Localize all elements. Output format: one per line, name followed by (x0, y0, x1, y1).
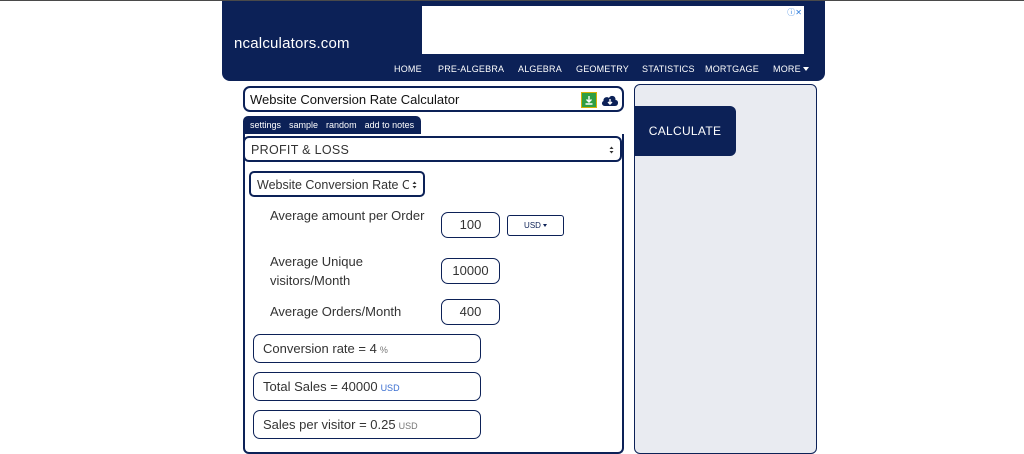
total-sales-result: Total Sales = 40000 USD (253, 372, 481, 401)
sales-per-visitor-result: Sales per visitor = 0.25 USD (253, 410, 481, 439)
calculator-tabs: settings sample random add to notes (243, 116, 422, 134)
conversion-rate-text: Conversion rate = 4 (263, 341, 377, 356)
adchoices-icon[interactable]: ⓘ✕ (787, 7, 802, 18)
nav-statistics[interactable]: STATISTICS (642, 64, 695, 74)
calculator-title: Website Conversion Rate Calculator (250, 92, 460, 107)
currency-select-value: USD (524, 221, 541, 230)
nav-more[interactable]: MORE (773, 64, 809, 74)
total-sales-text: Total Sales = 40000 (263, 379, 378, 394)
total-sales-unit[interactable]: USD (381, 383, 400, 393)
tab-sample[interactable]: sample (285, 116, 322, 134)
orders-input[interactable]: 400 (441, 299, 500, 325)
ad-banner[interactable]: ⓘ✕ (422, 6, 804, 54)
caret-down-icon (542, 224, 547, 227)
avg-amount-label: Average amount per Order (270, 208, 425, 223)
site-logo-text[interactable]: ncalculators.com (234, 35, 350, 52)
nav-algebra[interactable]: ALGEBRA (518, 64, 562, 74)
category-select-value: PROFIT & LOSS (251, 143, 350, 157)
main-nav: HOME PRE-ALGEBRA ALGEBRA GEOMETRY STATIS… (222, 64, 825, 78)
conversion-rate-result: Conversion rate = 4% (253, 334, 481, 363)
calculator-select-value: Website Conversion Rate Calculator (257, 178, 409, 192)
visitors-input[interactable]: 10000 (441, 258, 500, 284)
tab-add-to-notes[interactable]: add to notes (361, 116, 419, 134)
download-icon[interactable] (581, 92, 597, 108)
orders-label: Average Orders/Month (270, 304, 402, 319)
visitors-label: Average Unique visitors/Month (270, 254, 363, 288)
avg-amount-input[interactable]: 100 (441, 212, 500, 238)
nav-more-label: MORE (773, 64, 801, 74)
tab-settings[interactable]: settings (246, 116, 285, 134)
sales-per-visitor-unit: USD (398, 421, 418, 431)
calculator-title-bar: Website Conversion Rate Calculator (243, 86, 624, 112)
currency-select[interactable]: USD (507, 215, 564, 236)
caret-down-icon (802, 67, 809, 71)
select-updown-icon (412, 181, 417, 189)
site-header: ncalculators.com ⓘ✕ HOME PRE-ALGEBRA ALG… (222, 1, 825, 81)
tab-random[interactable]: random (322, 116, 361, 134)
nav-geometry[interactable]: GEOMETRY (576, 64, 629, 74)
conversion-rate-unit: % (379, 345, 388, 355)
calculate-button[interactable]: CALCULATE (634, 106, 736, 156)
cloud-download-icon[interactable] (600, 92, 620, 108)
select-updown-icon (609, 146, 614, 154)
nav-mortgage[interactable]: MORTGAGE (705, 64, 759, 74)
nav-pre-algebra[interactable]: PRE-ALGEBRA (438, 64, 504, 74)
calculator-select[interactable]: Website Conversion Rate Calculator (249, 171, 425, 197)
sales-per-visitor-text: Sales per visitor = 0.25 (263, 417, 396, 432)
category-select[interactable]: PROFIT & LOSS (243, 136, 622, 162)
nav-home[interactable]: HOME (394, 64, 422, 74)
